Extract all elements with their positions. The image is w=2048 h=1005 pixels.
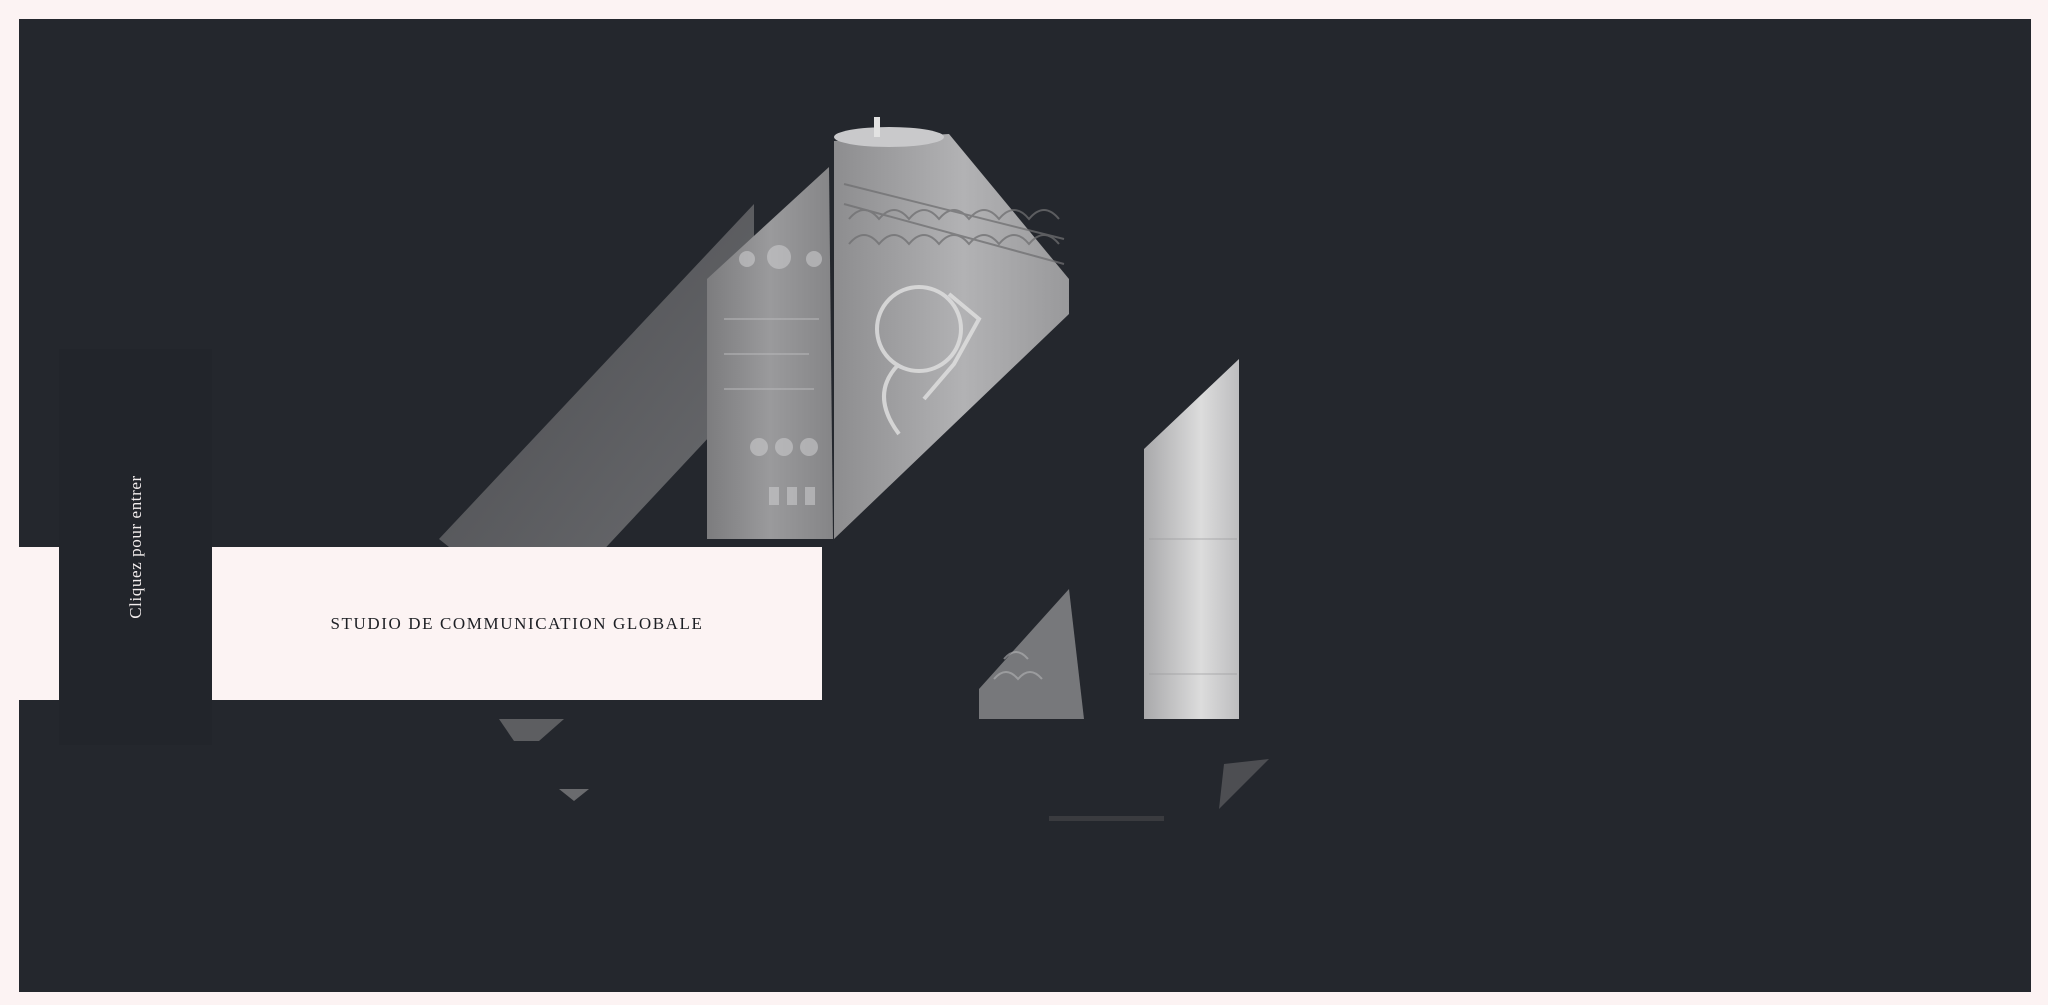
enter-button[interactable]: Cliquez pour entrer — [59, 349, 212, 745]
tagline-box: STUDIO DE COMMUNICATION GLOBALE — [212, 547, 822, 700]
enter-label: Cliquez pour entrer — [125, 475, 145, 619]
left-band — [19, 547, 59, 700]
landing-stage: Cliquez pour entrer STUDIO DE COMMUNICAT… — [19, 19, 2031, 992]
hero-photo — [439, 117, 1269, 821]
tagline-text: STUDIO DE COMMUNICATION GLOBALE — [330, 613, 704, 633]
